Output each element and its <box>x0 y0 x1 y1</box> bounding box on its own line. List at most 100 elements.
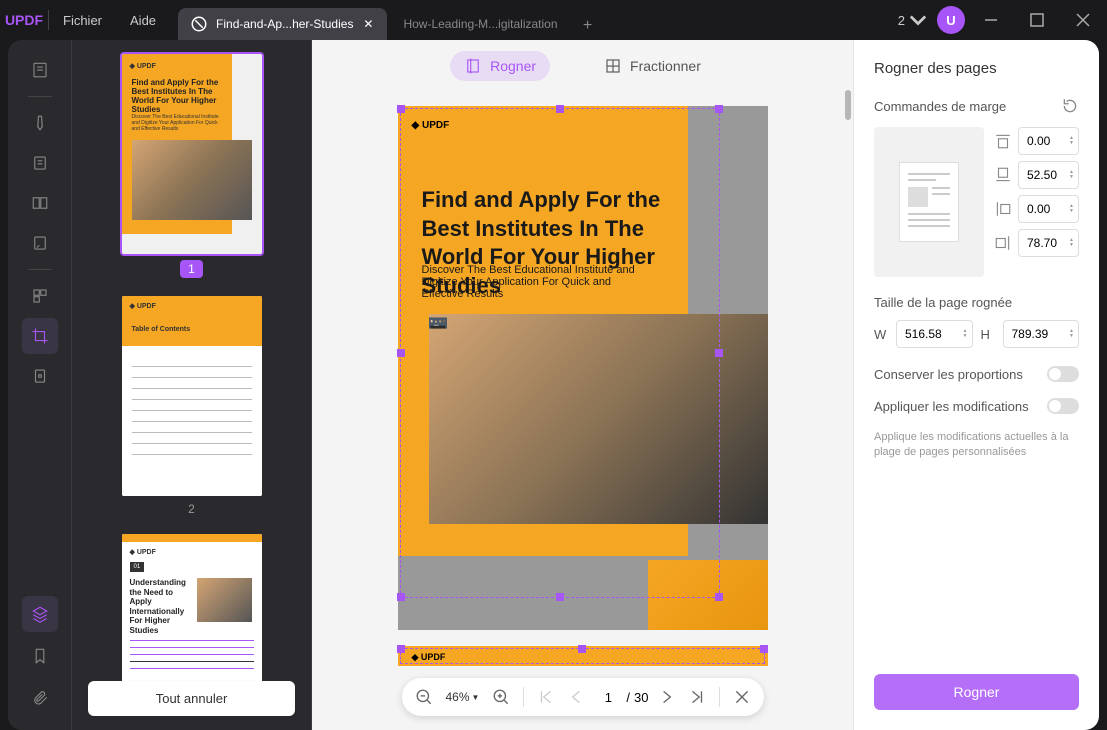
thumb-image <box>132 140 252 220</box>
margin-left-icon <box>994 200 1012 218</box>
add-tab-button[interactable]: + <box>574 12 602 40</box>
crop-handle-tr[interactable] <box>715 105 723 113</box>
split-icon <box>604 57 622 75</box>
separator <box>523 687 524 707</box>
separator <box>28 269 52 270</box>
right-panel: Rogner des pages Commandes de marge <box>853 40 1099 730</box>
document-viewport[interactable]: ◆ UPDF Find and Apply For the Best Insti… <box>312 92 853 730</box>
page-total: 30 <box>634 690 648 705</box>
margin-top-input[interactable]: ▲▼ <box>1018 127 1079 155</box>
menu-file[interactable]: Fichier <box>49 0 116 40</box>
margin-left-input[interactable]: ▲▼ <box>1018 195 1079 223</box>
prev-page-button[interactable] <box>564 685 588 709</box>
separator <box>28 96 52 97</box>
close-button[interactable] <box>1063 2 1103 38</box>
menu-help[interactable]: Aide <box>116 0 170 40</box>
attachment-icon[interactable] <box>22 680 58 716</box>
crop-handle-br[interactable] <box>715 593 723 601</box>
undo-all-button[interactable]: Tout annuler <box>88 681 295 716</box>
layers-icon[interactable] <box>22 596 58 632</box>
width-input[interactable]: ▲▼ <box>896 320 973 348</box>
margin-bottom-icon <box>994 166 1012 184</box>
crop-handle-r[interactable] <box>715 349 723 357</box>
page-sep: / <box>626 690 630 705</box>
margin-bottom-input[interactable]: ▲▼ <box>1018 161 1079 189</box>
zoom-level[interactable]: 46% ▼ <box>441 690 483 704</box>
keep-props-label: Conserver les proportions <box>874 367 1023 382</box>
next-page-button[interactable] <box>655 685 679 709</box>
toc-label: Table of Contents <box>132 326 191 333</box>
height-input[interactable]: ▲▼ <box>1003 320 1080 348</box>
ocr-icon[interactable] <box>22 278 58 314</box>
crop-handle-tl[interactable] <box>397 645 405 653</box>
sidebar-left <box>8 40 72 730</box>
crop-icon <box>464 57 482 75</box>
avatar[interactable]: U <box>937 6 965 34</box>
main-area: ◆ UPDF Find and Apply For the Best Insti… <box>8 40 1099 730</box>
first-page-button[interactable] <box>534 685 558 709</box>
thumbnail-2[interactable]: ◆ UPDF Table of Contents <box>122 296 262 496</box>
crop-handle-b[interactable] <box>556 593 564 601</box>
page-1[interactable]: ◆ UPDF Find and Apply For the Best Insti… <box>398 106 768 630</box>
reader-icon[interactable] <box>22 52 58 88</box>
organize-icon[interactable] <box>22 185 58 221</box>
highlight-icon[interactable] <box>22 105 58 141</box>
bookmark-icon[interactable] <box>22 638 58 674</box>
crop-handle-t[interactable] <box>578 645 586 653</box>
reset-margins-button[interactable] <box>1061 97 1079 115</box>
crop-icon[interactable] <box>22 318 58 354</box>
crop-handle-tr[interactable] <box>760 645 768 653</box>
updf-logo-small: ◆ UPDF <box>130 548 156 556</box>
maximize-button[interactable] <box>1017 2 1057 38</box>
content-area: Rogner Fractionner ◆ UPDF Find and Apply… <box>312 40 853 730</box>
margin-label: Commandes de marge <box>874 99 1006 114</box>
keep-props-toggle[interactable] <box>1047 366 1079 382</box>
thumb-subtitle: Discover The Best Educational Institute … <box>132 114 222 132</box>
document-icon <box>190 15 208 33</box>
crop-overlay[interactable] <box>400 648 765 664</box>
thumbnail-1[interactable]: ◆ UPDF Find and Apply For the Best Insti… <box>122 54 262 254</box>
thumb-image <box>197 578 252 622</box>
page-2[interactable]: ◆ UPDF <box>398 646 768 666</box>
zoom-in-button[interactable] <box>489 685 513 709</box>
margin-right-icon <box>994 234 1012 252</box>
thumb-title: Understanding the Need to Apply Internat… <box>130 578 190 636</box>
updf-logo-small: ◆ UPDF <box>130 302 156 310</box>
split-tool-button[interactable]: Fractionner <box>590 51 715 81</box>
close-icon[interactable]: ✕ <box>361 17 375 31</box>
form-icon[interactable] <box>22 225 58 261</box>
apply-mods-toggle[interactable] <box>1047 398 1079 414</box>
edit-icon[interactable] <box>22 145 58 181</box>
doc-count[interactable]: 2 <box>894 11 931 29</box>
thumbnail-3[interactable]: ◆ UPDF 01 Understanding the Need to Appl… <box>122 534 262 684</box>
close-toolbar-button[interactable] <box>730 685 754 709</box>
crop-handle-bl[interactable] <box>397 593 405 601</box>
toc-lines <box>132 356 252 465</box>
page-input[interactable] <box>594 690 622 705</box>
app-logo: UPDF <box>0 12 48 28</box>
w-label: W <box>874 327 888 342</box>
tabs: Find-and-Ap...her-Studies ✕ How-Leading-… <box>178 0 601 40</box>
crop-action-button[interactable]: Rogner <box>874 674 1079 710</box>
crop-tool-button[interactable]: Rogner <box>450 51 550 81</box>
bottom-toolbar: 46% ▼ / 30 <box>401 678 763 716</box>
separator <box>719 687 720 707</box>
top-tools: Rogner Fractionner <box>312 40 853 92</box>
crop-handle-t[interactable] <box>556 105 564 113</box>
crop-handle-tl[interactable] <box>397 105 405 113</box>
tab-active[interactable]: Find-and-Ap...her-Studies ✕ <box>178 8 387 40</box>
thumbnails-panel: ◆ UPDF Find and Apply For the Best Insti… <box>72 40 312 730</box>
crop-handle-l[interactable] <box>397 349 405 357</box>
protect-icon[interactable] <box>22 358 58 394</box>
crop-overlay[interactable] <box>400 108 720 598</box>
last-page-button[interactable] <box>685 685 709 709</box>
margin-right-input[interactable]: ▲▼ <box>1018 229 1079 257</box>
thumb-title: Find and Apply For the Best Institutes I… <box>132 78 222 114</box>
zoom-out-button[interactable] <box>411 685 435 709</box>
tab-inactive[interactable]: How-Leading-M...igitalization <box>391 8 569 40</box>
chapter-badge: 01 <box>130 562 145 572</box>
titlebar: UPDF Fichier Aide Find-and-Ap...her-Stud… <box>0 0 1107 40</box>
page-preview <box>874 127 984 277</box>
minimize-button[interactable] <box>971 2 1011 38</box>
size-label: Taille de la page rognée <box>874 295 1079 310</box>
